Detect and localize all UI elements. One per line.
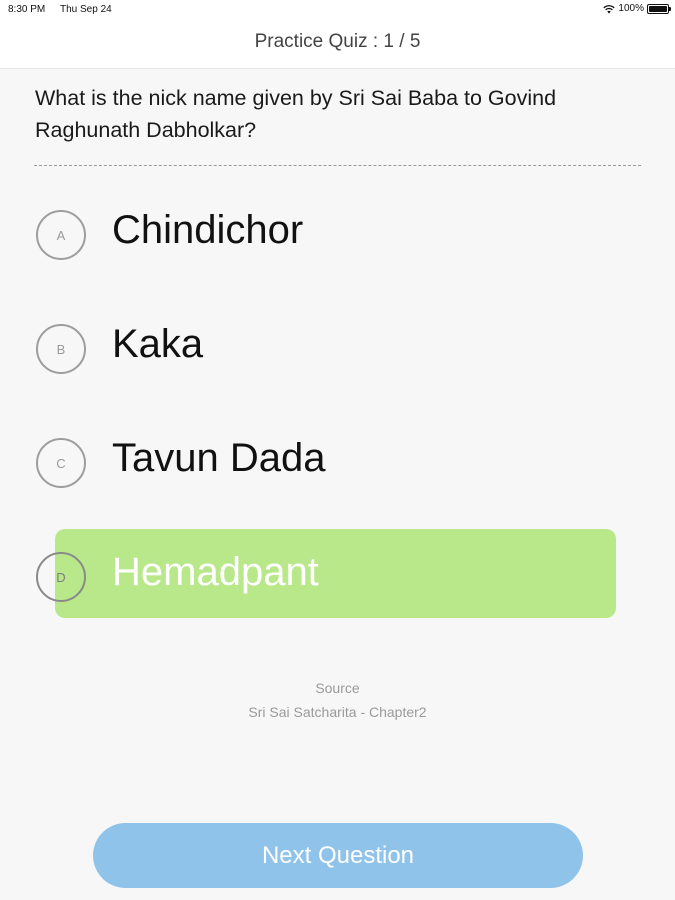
status-date: Thu Sep 24 [60,4,112,15]
question-text: What is the nick name given by Sri Sai B… [35,86,557,142]
option-c-radio[interactable]: C [36,438,86,488]
next-question-button[interactable]: Next Question [93,823,583,888]
page-title: Practice Quiz : 1 / 5 [254,31,421,52]
source-value: Sri Sai Satcharita - Chapter2 [248,704,427,720]
battery-percent: 100% [618,3,644,14]
battery-icon [647,3,671,14]
option-b-radio[interactable]: B [36,324,86,374]
question-divider [34,165,641,166]
source-label: Source [315,680,360,696]
option-a-radio[interactable]: A [36,210,86,260]
option-c-label: Tavun Dada [112,436,326,480]
status-indicators: 100% [603,3,671,14]
nav-bar: Practice Quiz : 1 / 5 [0,20,675,69]
status-time: 8:30 PM [8,4,46,15]
option-b-label: Kaka [112,322,204,366]
option-c[interactable]: C Tavun Dada [0,415,675,505]
option-a-label: Chindichor [112,208,304,252]
option-b[interactable]: B Kaka [0,301,675,391]
status-bar: 8:30 PM Thu Sep 24 100% [0,0,675,20]
option-d-radio[interactable]: D [36,552,86,602]
option-d-label: Hemadpant [112,550,319,594]
option-a[interactable]: A Chindichor [0,187,675,277]
wifi-icon [603,4,616,13]
